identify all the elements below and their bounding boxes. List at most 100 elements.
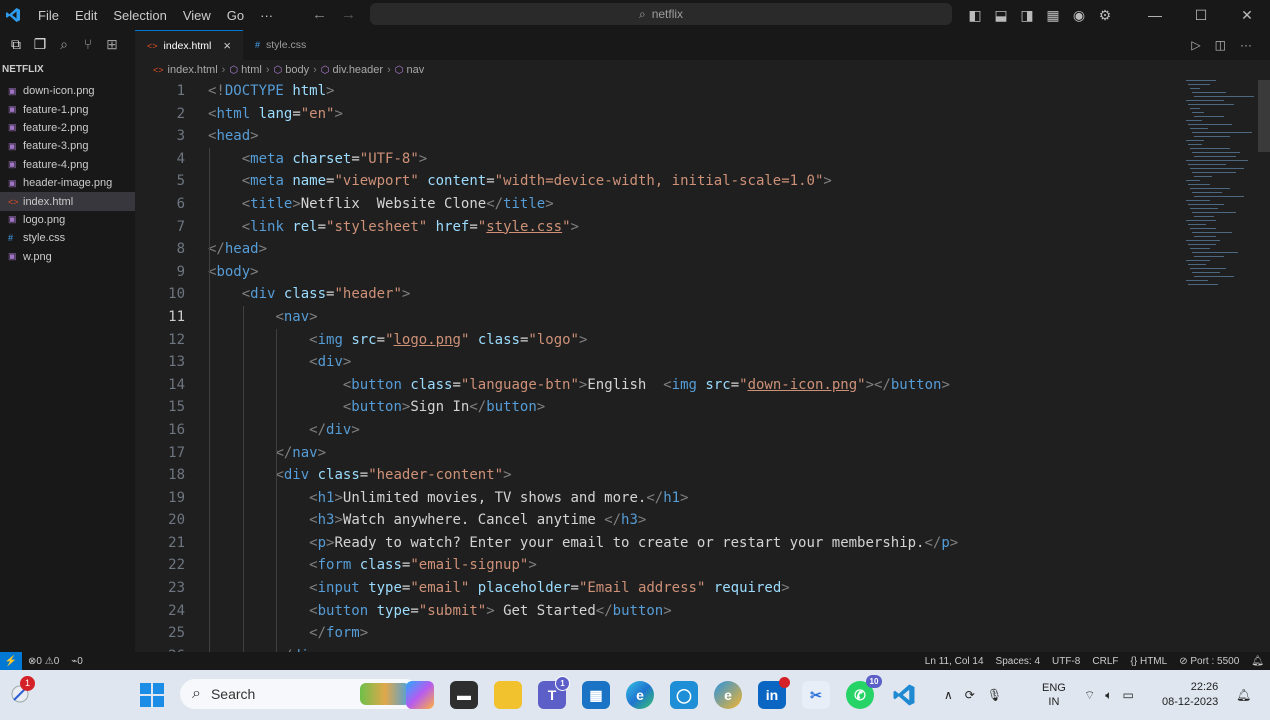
- code-editor[interactable]: 1 <!DOCTYPE html> 2 <html lang="en"> 3 <head>…: [135, 80, 1270, 652]
- search-highlight-icon: [360, 683, 410, 705]
- editor-scrollbar[interactable]: [1258, 80, 1270, 152]
- minimap-line: [1186, 220, 1216, 221]
- minimap-line: [1192, 192, 1222, 193]
- clock-date[interactable]: 08-12-2023: [1162, 695, 1218, 710]
- clock-time[interactable]: 22:26: [1191, 680, 1219, 695]
- minimap-line: [1192, 172, 1236, 173]
- breadcrumb-item[interactable]: html: [241, 64, 262, 76]
- tab-index-html[interactable]: <> index.html ×: [135, 30, 243, 60]
- extensions-icon[interactable]: ⊞: [102, 36, 122, 53]
- minimize-icon[interactable]: —: [1132, 7, 1178, 23]
- menu-view[interactable]: View: [175, 8, 219, 23]
- file-item[interactable]: ▣ feature-2.png: [0, 119, 135, 137]
- source-control-icon[interactable]: ⑂: [78, 36, 98, 52]
- breadcrumb-item[interactable]: div.header: [333, 64, 384, 76]
- file-name: down-icon.png: [23, 85, 95, 98]
- file-item[interactable]: ▣ down-icon.png: [0, 82, 135, 100]
- close-tab-icon[interactable]: ×: [223, 38, 231, 53]
- cursor-position[interactable]: Ln 11, Col 14: [919, 656, 990, 667]
- menu-go[interactable]: Go: [219, 8, 252, 23]
- microsoft-store-icon[interactable]: ▦: [582, 681, 610, 709]
- menu-selection[interactable]: Selection: [105, 8, 174, 23]
- customize-layout-icon[interactable]: ▦: [1040, 7, 1066, 24]
- whatsapp-icon[interactable]: ✆ 10: [846, 675, 882, 709]
- account-icon[interactable]: ◉: [1066, 7, 1092, 24]
- file-item[interactable]: ▣ header-image.png: [0, 174, 135, 192]
- back-arrow-icon[interactable]: ←: [312, 6, 327, 23]
- html-file-icon: <>: [153, 65, 164, 75]
- language-mode[interactable]: {} HTML: [1125, 656, 1174, 667]
- file-item[interactable]: ▣ feature-1.png: [0, 100, 135, 118]
- more-actions-icon[interactable]: ···: [1240, 38, 1252, 52]
- microphone-icon[interactable]: 🎙︎: [987, 688, 1002, 702]
- close-icon[interactable]: ✕: [1224, 7, 1270, 24]
- remote-icon[interactable]: ⚡: [0, 652, 22, 670]
- settings-gear-icon[interactable]: ⚙: [1092, 7, 1118, 24]
- edge-icon[interactable]: e: [626, 681, 654, 709]
- forward-arrow-icon[interactable]: →: [341, 6, 356, 23]
- battery-icon[interactable]: ▭: [1122, 688, 1133, 702]
- language-indicator-top[interactable]: ENG: [1042, 681, 1066, 695]
- file-explorer-icon[interactable]: [494, 681, 522, 709]
- menu-more[interactable]: ···: [252, 8, 281, 23]
- notifications-bell-icon[interactable]: 🔔︎: [1245, 656, 1270, 667]
- code-token: Sign In: [410, 399, 470, 416]
- language-indicator-bottom[interactable]: IN: [1048, 695, 1059, 709]
- breadcrumb-item[interactable]: index.html: [168, 64, 218, 76]
- search-icon[interactable]: ⌕: [54, 36, 74, 53]
- live-server-port[interactable]: ⊘ Port : 5500: [1173, 656, 1245, 667]
- breadcrumb-item[interactable]: nav: [406, 64, 424, 76]
- file-item[interactable]: ▣ logo.png: [0, 211, 135, 229]
- encoding[interactable]: UTF-8: [1046, 656, 1086, 667]
- command-center-search[interactable]: ⌕ netflix: [370, 3, 952, 25]
- tab-style-css[interactable]: # style.css: [243, 30, 318, 60]
- file-item[interactable]: <> index.html: [0, 192, 135, 211]
- maximize-icon[interactable]: ☐: [1178, 7, 1224, 24]
- code-token: </: [208, 241, 225, 258]
- end-of-line[interactable]: CRLF: [1086, 656, 1124, 667]
- task-view-icon[interactable]: ▬: [450, 681, 478, 709]
- toggle-secondary-sidebar-icon[interactable]: ◨: [1014, 7, 1040, 24]
- volume-icon[interactable]: 🔈︎: [1105, 688, 1112, 703]
- file-item[interactable]: ▣ w.png: [0, 248, 135, 266]
- file-item[interactable]: ▣ feature-4.png: [0, 156, 135, 174]
- sync-icon[interactable]: ⟳: [965, 688, 975, 702]
- chrome-style-icon[interactable]: e: [714, 681, 742, 709]
- breadcrumb-item[interactable]: body: [285, 64, 309, 76]
- ports-indicator[interactable]: ⌁0: [65, 656, 89, 667]
- toggle-panel-icon[interactable]: ⬓: [988, 7, 1014, 24]
- wifi-icon[interactable]: ⌔: [1084, 688, 1095, 703]
- explorer-icon[interactable]: ⧉: [6, 36, 26, 53]
- vscode-taskbar-icon[interactable]: [890, 681, 918, 709]
- linkedin-icon[interactable]: in: [758, 677, 790, 709]
- windows-start-icon[interactable]: [140, 683, 164, 712]
- code-token: DOCTYPE: [224, 83, 284, 99]
- taskbar-search[interactable]: ⌕ Search: [180, 679, 420, 709]
- snipping-tool-icon[interactable]: ✂: [802, 681, 830, 709]
- show-hidden-icons-chevron-icon[interactable]: ∧: [944, 688, 953, 702]
- code-token: >: [250, 128, 259, 145]
- problems-indicator[interactable]: ⊗0 ⚠0: [22, 656, 65, 667]
- toggle-sidebar-icon[interactable]: ◧: [962, 7, 988, 24]
- teams-icon[interactable]: T 1: [538, 676, 570, 709]
- weather-widget-icon[interactable]: 1: [8, 676, 35, 706]
- notification-bell-icon[interactable]: 🔔︎: [1236, 688, 1251, 702]
- copilot-icon[interactable]: [406, 681, 434, 709]
- menu-file[interactable]: File: [30, 8, 67, 23]
- indentation[interactable]: Spaces: 4: [990, 656, 1046, 667]
- minimap-line: [1186, 260, 1210, 261]
- file-item[interactable]: ▣ feature-3.png: [0, 137, 135, 155]
- code-line: 25 </form>: [135, 622, 1270, 645]
- copy-files-icon[interactable]: ❐: [30, 36, 50, 53]
- app-icon[interactable]: ◯: [670, 681, 698, 709]
- run-icon[interactable]: ▷: [1191, 38, 1200, 52]
- file-name: header-image.png: [23, 177, 113, 190]
- minimap[interactable]: [1186, 80, 1256, 310]
- file-item[interactable]: # style.css: [0, 229, 135, 247]
- teams-badge: 1: [555, 676, 570, 691]
- split-editor-icon[interactable]: ◫: [1215, 38, 1226, 52]
- menu-edit[interactable]: Edit: [67, 8, 105, 23]
